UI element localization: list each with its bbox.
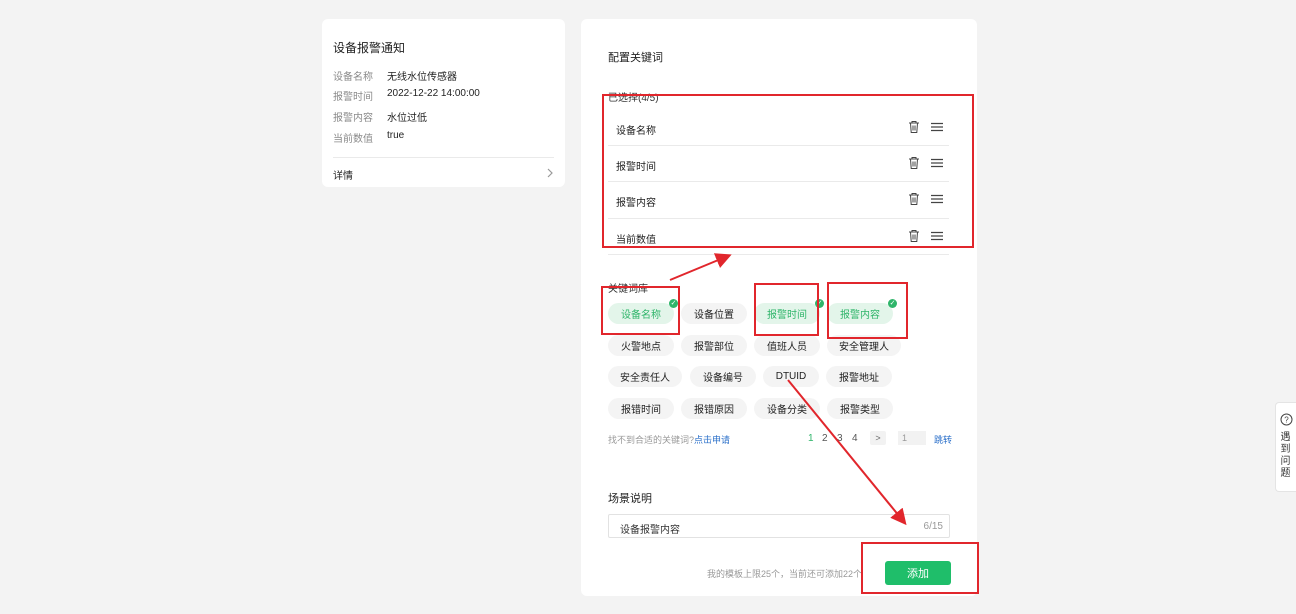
field-value-alarm-content: 水位过低 — [387, 113, 427, 124]
keyword-chip-label: 值班人员 — [767, 342, 807, 353]
selected-row-divider — [608, 218, 949, 219]
field-label-alarm-content: 报警内容 — [333, 113, 373, 124]
alarm-notification-card: 设备报警通知 设备名称 无线水位传感器 报警时间 2022-12-22 14:0… — [322, 19, 565, 187]
selected-keyword-label: 设备名称 — [616, 126, 656, 137]
page-2[interactable]: 2 — [822, 433, 828, 444]
scene-input[interactable]: 设备报警内容 6/15 — [608, 514, 950, 538]
keyword-chip-label: 报警时间 — [767, 310, 807, 321]
help-widget-text: 遇到问题 — [1280, 432, 1291, 479]
check-icon: ✓ — [888, 299, 897, 308]
keyword-chip-label: 报错原因 — [694, 405, 734, 416]
keyword-chip[interactable]: 火警地点 — [608, 335, 674, 356]
drag-handle-icon[interactable] — [930, 120, 944, 134]
trash-icon[interactable] — [907, 156, 921, 170]
scene-input-value: 设备报警内容 — [620, 525, 680, 536]
keyword-chip[interactable]: DTUID — [763, 366, 819, 387]
field-value-alarm-time: 2022-12-22 14:00:00 — [387, 88, 480, 99]
configure-keywords-card: 配置关键词 已选择(4/5) 设备名称 报警时间 报警内容 当前数值 关键词库 … — [581, 19, 977, 596]
drag-handle-icon[interactable] — [930, 156, 944, 170]
apply-link[interactable]: 点击申请 — [694, 435, 730, 445]
keyword-chip-label: 报错时间 — [621, 405, 661, 416]
keyword-chip-label: 报警部位 — [694, 342, 734, 353]
page-jump-input[interactable] — [898, 431, 926, 445]
keyword-chip-label: 设备位置 — [694, 310, 734, 321]
keyword-chip[interactable]: 报错原因 — [681, 398, 747, 419]
selected-keyword-label: 报警内容 — [616, 198, 656, 209]
page-3[interactable]: 3 — [837, 433, 843, 444]
jump-button[interactable]: 跳转 — [934, 433, 952, 446]
keyword-chip-label: DTUID — [775, 371, 807, 382]
keyword-chip-label: 火警地点 — [621, 342, 661, 353]
keyword-chip-label: 设备编号 — [703, 373, 743, 384]
keyword-chip[interactable]: 报错时间 — [608, 398, 674, 419]
drag-handle-icon[interactable] — [930, 229, 944, 243]
keyword-chip-label: 设备分类 — [767, 405, 807, 416]
keyword-chip[interactable]: 安全责任人 — [608, 366, 682, 387]
keyword-chip[interactable]: 设备分类 — [754, 398, 820, 419]
add-button[interactable]: 添加 — [885, 561, 951, 585]
left-card-divider — [333, 157, 554, 158]
selected-row-divider — [608, 145, 949, 146]
selected-keyword-label: 报警时间 — [616, 162, 656, 173]
trash-icon[interactable] — [907, 229, 921, 243]
keyword-chip[interactable]: 设备位置 — [681, 303, 747, 324]
trash-icon[interactable] — [907, 120, 921, 134]
selected-row-divider — [608, 181, 949, 182]
trash-icon[interactable] — [907, 192, 921, 206]
field-value-current-value: true — [387, 130, 405, 141]
next-page-button[interactable]: > — [870, 431, 886, 445]
page-1[interactable]: 1 — [808, 433, 814, 444]
keyword-chip-label: 设备名称 — [621, 310, 661, 321]
keyword-chip-label: 安全管理人 — [839, 342, 889, 353]
keyword-chip[interactable]: 设备名称 ✓ — [608, 299, 678, 324]
keyword-library-label: 关键词库 — [608, 284, 648, 295]
not-found-hint: 找不到合适的关键词?点击申请 — [608, 433, 730, 446]
keyword-chip[interactable]: 报警部位 — [681, 335, 747, 356]
keyword-chip[interactable]: 报警时间 ✓ — [754, 299, 824, 324]
keyword-chip-label: 安全责任人 — [620, 373, 670, 384]
chevron-right-icon: > — [875, 433, 881, 443]
alarm-card-title: 设备报警通知 — [333, 41, 406, 55]
add-button-label: 添加 — [907, 568, 929, 580]
drag-handle-icon[interactable] — [930, 192, 944, 206]
selected-row-divider — [608, 254, 949, 255]
field-value-device-name: 无线水位传感器 — [387, 72, 457, 83]
field-label-device-name: 设备名称 — [333, 72, 373, 83]
keyword-chip[interactable]: 安全管理人 — [827, 335, 901, 356]
keyword-chip-label: 报警类型 — [840, 405, 880, 416]
field-label-alarm-time: 报警时间 — [333, 92, 373, 103]
details-link[interactable]: 详情 — [333, 165, 554, 182]
template-limit-text: 我的模板上限25个，当前还可添加22个 — [707, 569, 863, 579]
keyword-chip-label: 报警内容 — [840, 310, 880, 321]
keyword-chip[interactable]: 报警内容 ✓ — [827, 299, 897, 324]
not-found-text: 找不到合适的关键词? — [608, 435, 695, 445]
svg-text:?: ? — [1284, 416, 1289, 425]
keyword-chip[interactable]: 值班人员 — [754, 335, 820, 356]
scene-label: 场景说明 — [608, 493, 652, 505]
selected-keyword-label: 当前数值 — [616, 235, 656, 246]
configure-keywords-title: 配置关键词 — [608, 52, 663, 64]
check-icon: ✓ — [815, 299, 824, 308]
keyword-chip-label: 报警地址 — [839, 373, 879, 384]
page-4[interactable]: 4 — [852, 433, 858, 444]
chevron-right-icon — [547, 168, 553, 178]
selected-count-label: 已选择(4/5) — [608, 93, 659, 104]
check-icon: ✓ — [669, 299, 678, 308]
field-label-current-value: 当前数值 — [333, 134, 373, 145]
scene-input-counter: 6/15 — [923, 521, 943, 532]
keyword-chip[interactable]: 报警地址 — [826, 366, 892, 387]
help-icon: ? — [1280, 413, 1293, 426]
keyword-chip[interactable]: 报警类型 — [827, 398, 893, 419]
keyword-chip[interactable]: 设备编号 — [690, 366, 756, 387]
details-label: 详情 — [333, 171, 353, 182]
help-widget[interactable]: ? 遇到问题 — [1275, 402, 1296, 492]
